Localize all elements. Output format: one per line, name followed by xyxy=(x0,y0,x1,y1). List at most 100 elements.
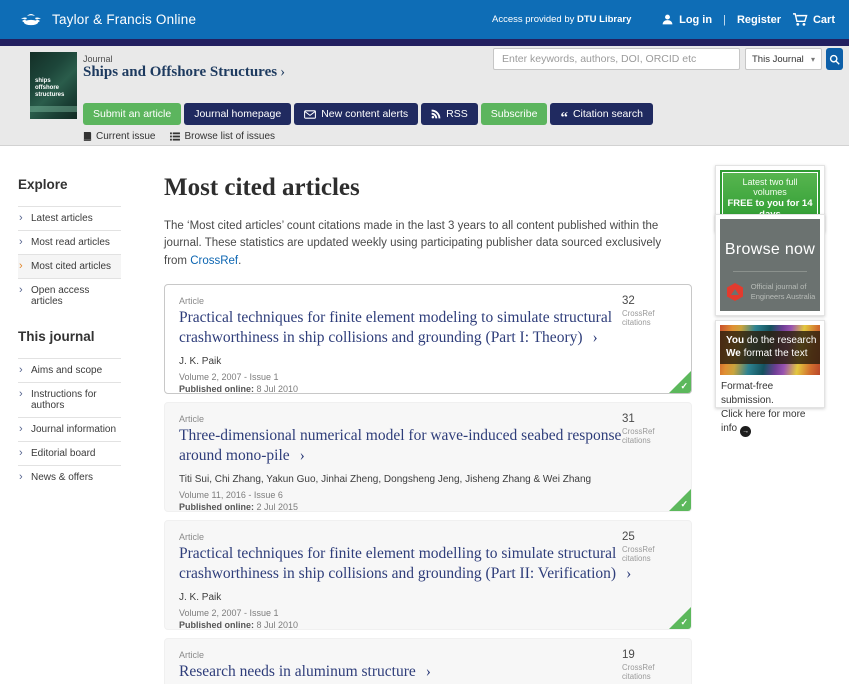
citation-search-button[interactable]: “ Citation search xyxy=(550,103,653,125)
rss-button[interactable]: RSS xyxy=(421,103,478,125)
search-button[interactable] xyxy=(826,48,843,70)
access-note-org: DTU Library xyxy=(577,14,631,25)
article-title-link[interactable]: Practical techniques for finite element … xyxy=(179,544,657,584)
journal-cover-image[interactable]: ships offshore structures xyxy=(30,52,77,119)
tandf-home-link[interactable]: Taylor & Francis Online xyxy=(18,0,196,39)
issue-links: Current issue Browse list of issues xyxy=(83,131,275,142)
sidebar-item-instructions-for-authors[interactable]: › Instructions for authors xyxy=(18,382,121,417)
journal-title-link[interactable]: Ships and Offshore Structures› xyxy=(83,64,285,81)
citation-count: 32 CrossRef citations xyxy=(622,295,680,327)
sidebar-heading-this-journal: This journal xyxy=(18,329,121,344)
sidebar-item-editorial-board[interactable]: › Editorial board xyxy=(18,441,121,465)
cart-icon xyxy=(792,13,808,27)
chevron-right-icon: › xyxy=(593,329,598,346)
topbar-actions: Log in | Register Cart xyxy=(661,0,835,39)
check-icon: ✓ xyxy=(680,381,688,392)
browse-now-title: Browse now xyxy=(720,219,820,259)
chevron-right-icon: › xyxy=(19,471,23,483)
page: Taylor & Francis Online Access provided … xyxy=(0,0,849,684)
tandf-logo-icon xyxy=(18,10,44,30)
search-icon xyxy=(829,54,840,65)
article-title-link[interactable]: Practical techniques for finite element … xyxy=(179,308,657,348)
chevron-right-icon: › xyxy=(300,447,305,464)
sidebar: Explore › Latest articles › Most read ar… xyxy=(18,177,121,489)
journal-kicker: Journal xyxy=(83,54,113,64)
ea-caption: Official journal of Engineers Australia xyxy=(751,282,816,302)
article-type-label: Article xyxy=(179,532,677,542)
article-card: Article Research needs in aluminum struc… xyxy=(164,638,692,684)
brand-name: Taylor & Francis Online xyxy=(52,12,196,27)
article-published: Published online: 8 Jul 2010 xyxy=(179,620,677,630)
sidebar-item-latest-articles[interactable]: › Latest articles xyxy=(18,206,121,230)
sidebar-item-aims-and-scope[interactable]: › Aims and scope xyxy=(18,358,121,382)
list-icon xyxy=(170,132,180,141)
article-title-link[interactable]: Three-dimensional numerical model for wa… xyxy=(179,426,657,466)
browse-issues-link[interactable]: Browse list of issues xyxy=(170,131,275,142)
search-scope-select[interactable]: This Journal ▾ xyxy=(745,48,822,70)
journal-cover-title: ships offshore structures xyxy=(35,78,64,99)
chevron-right-icon: › xyxy=(280,64,285,80)
access-note: Access provided by DTU Library xyxy=(492,14,631,25)
subscribe-button[interactable]: Subscribe xyxy=(481,103,548,125)
citation-count: 25 CrossRef citations xyxy=(622,531,680,563)
topbar-divider: | xyxy=(723,14,726,26)
promo-browse-now-banner[interactable]: Browse now Official journal of Engineers… xyxy=(715,214,825,316)
article-published: Published online: 2 Jul 2015 xyxy=(179,502,677,512)
sidebar-item-most-read-articles[interactable]: › Most read articles xyxy=(18,230,121,254)
chevron-down-icon: ▾ xyxy=(811,55,815,64)
current-issue-link[interactable]: Current issue xyxy=(83,131,155,142)
sidebar-item-open-access-articles[interactable]: › Open access articles xyxy=(18,278,121,313)
divider xyxy=(733,271,807,272)
chevron-right-icon: › xyxy=(19,284,23,296)
journal-homepage-button[interactable]: Journal homepage xyxy=(184,103,291,125)
user-icon xyxy=(661,13,674,26)
chevron-right-icon: › xyxy=(19,364,23,376)
citation-count: 31 CrossRef citations xyxy=(622,413,680,445)
sidebar-heading-explore: Explore xyxy=(18,177,121,192)
this-journal-list: › Aims and scope › Instructions for auth… xyxy=(18,358,121,489)
journal-action-buttons: Submit an article Journal homepage New c… xyxy=(83,103,653,125)
article-type-label: Article xyxy=(179,296,677,306)
article-type-label: Article xyxy=(179,650,677,660)
check-icon: ✓ xyxy=(680,617,688,628)
crossref-link[interactable]: CrossRef xyxy=(190,255,238,267)
submit-article-button[interactable]: Submit an article xyxy=(83,103,181,125)
article-authors: J. K. Paik xyxy=(179,592,677,603)
brand-stripe xyxy=(0,39,849,46)
sidebar-item-journal-information[interactable]: › Journal information xyxy=(18,417,121,441)
top-navigation-bar: Taylor & Francis Online Access provided … xyxy=(0,0,849,39)
chevron-right-icon: › xyxy=(19,260,23,272)
new-content-alerts-button[interactable]: New content alerts xyxy=(294,103,418,125)
article-card: Article Practical techniques for finite … xyxy=(164,284,692,394)
chevron-right-icon: › xyxy=(426,663,431,680)
article-card: Article Practical techniques for finite … xyxy=(164,520,692,630)
chevron-right-icon: › xyxy=(19,212,23,224)
chevron-right-icon: › xyxy=(19,423,23,435)
book-icon xyxy=(83,132,92,142)
rss-icon xyxy=(431,109,441,119)
promo-format-free-banner[interactable]: You do the research We format the text F… xyxy=(715,320,825,408)
arrow-right-icon: → xyxy=(740,426,751,437)
engineers-australia-logo xyxy=(725,282,745,302)
page-title: Most cited articles xyxy=(164,174,692,202)
sidebar-item-news-and-offers[interactable]: › News & offers xyxy=(18,465,121,489)
article-volume: Volume 2, 2007 - Issue 1 xyxy=(179,372,677,382)
login-button[interactable]: Log in xyxy=(661,13,712,26)
sidebar-item-most-cited-articles[interactable]: › Most cited articles xyxy=(18,254,121,278)
envelope-icon xyxy=(304,110,316,119)
article-volume: Volume 11, 2016 - Issue 6 xyxy=(179,490,677,500)
chevron-right-icon: › xyxy=(19,236,23,248)
article-published: Published online: 8 Jul 2010 xyxy=(179,384,677,394)
article-volume: Volume 2, 2007 - Issue 1 xyxy=(179,608,677,618)
cart-button[interactable]: Cart xyxy=(792,13,835,27)
article-type-label: Article xyxy=(179,414,677,424)
access-note-prefix: Access provided by xyxy=(492,14,577,25)
promo-line1: Latest two full volumes xyxy=(725,177,815,197)
search-input[interactable] xyxy=(493,48,740,70)
register-button[interactable]: Register xyxy=(737,14,781,26)
article-title-link[interactable]: Research needs in aluminum structure› xyxy=(179,662,657,682)
article-card: Article Three-dimensional numerical mode… xyxy=(164,402,692,512)
article-authors: J. K. Paik xyxy=(179,356,677,367)
chevron-right-icon: › xyxy=(626,565,631,582)
promo-image: You do the research We format the text xyxy=(720,325,820,375)
